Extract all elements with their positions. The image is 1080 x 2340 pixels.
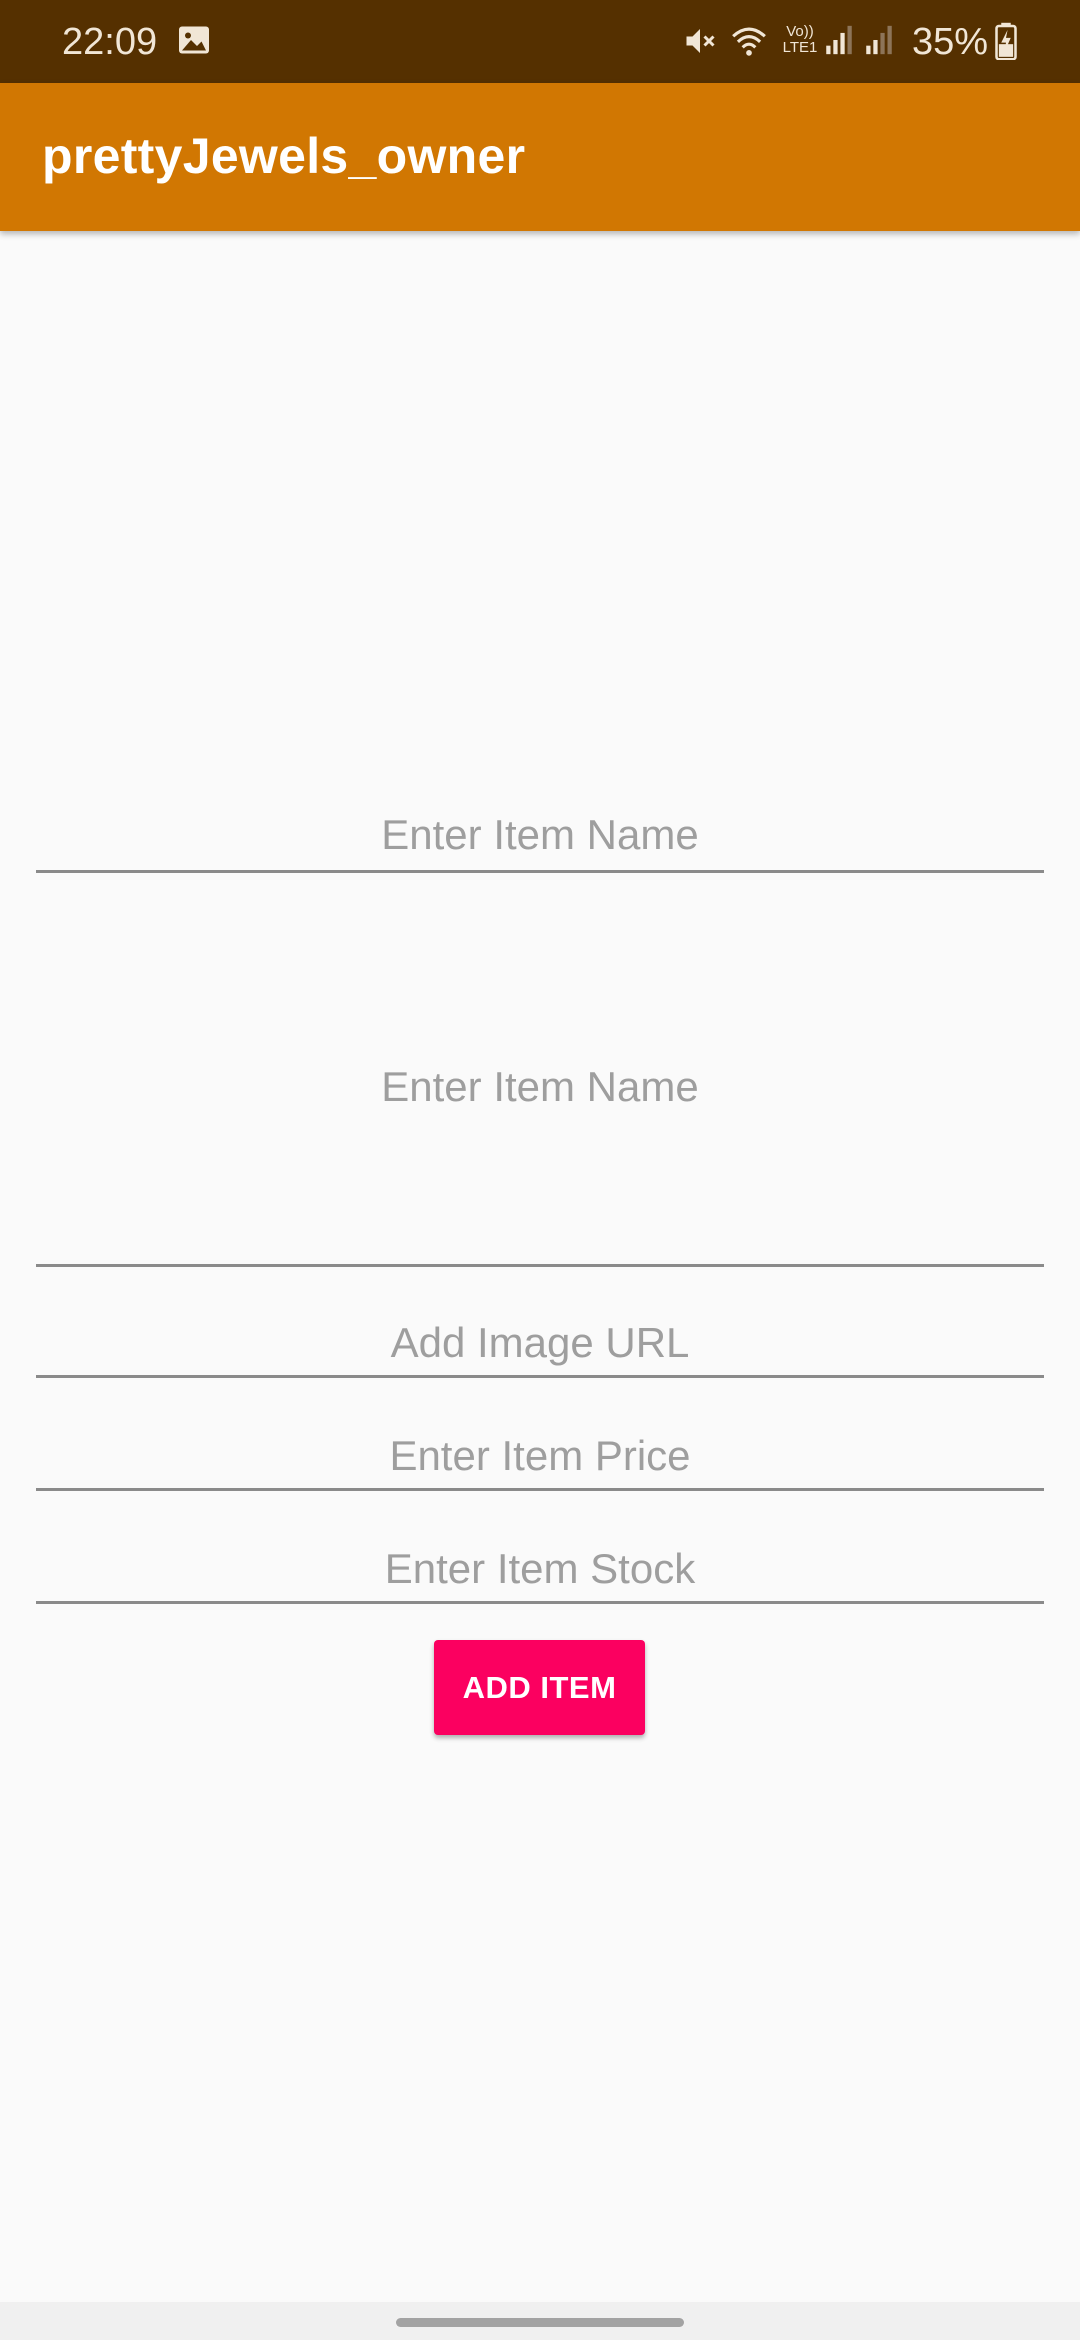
item-price-input[interactable]: Enter Item Price [36, 1423, 1044, 1491]
image-url-placeholder: Add Image URL [390, 1319, 690, 1366]
add-item-button[interactable]: ADD ITEM [434, 1640, 645, 1735]
signal-icon [866, 25, 892, 55]
wifi-icon [732, 27, 766, 56]
mute-icon [686, 29, 715, 53]
status-bar: 22:09 Vo)) LTE1 35% [0, 0, 1080, 83]
volte-icon: Vo)) LTE1 [780, 24, 820, 56]
item-stock-placeholder: Enter Item Stock [384, 1545, 696, 1592]
battery-charging-icon [995, 22, 1017, 60]
item-description-placeholder: Enter Item Name [381, 1063, 699, 1110]
item-name-placeholder: Enter Item Name [381, 811, 699, 858]
signal-icon [826, 25, 852, 55]
lte-label: LTE1 [782, 39, 818, 56]
gallery-icon [179, 26, 209, 54]
status-time: 22:09 [62, 21, 158, 63]
item-price-placeholder: Enter Item Price [389, 1432, 691, 1479]
app-title: prettyJewels_owner [42, 128, 526, 184]
app-bar: prettyJewels_owner [0, 83, 1080, 231]
item-description-input[interactable]: Enter Item Name [36, 1050, 1044, 1267]
home-gesture-handle[interactable] [396, 2318, 684, 2327]
item-name-input[interactable]: Enter Item Name [36, 800, 1044, 873]
battery-percentage: 35% [912, 21, 989, 63]
image-url-input[interactable]: Add Image URL [36, 1310, 1044, 1378]
item-stock-input[interactable]: Enter Item Stock [36, 1536, 1044, 1604]
navigation-bar [0, 2302, 1080, 2340]
volte-label: Vo)) [786, 23, 814, 40]
